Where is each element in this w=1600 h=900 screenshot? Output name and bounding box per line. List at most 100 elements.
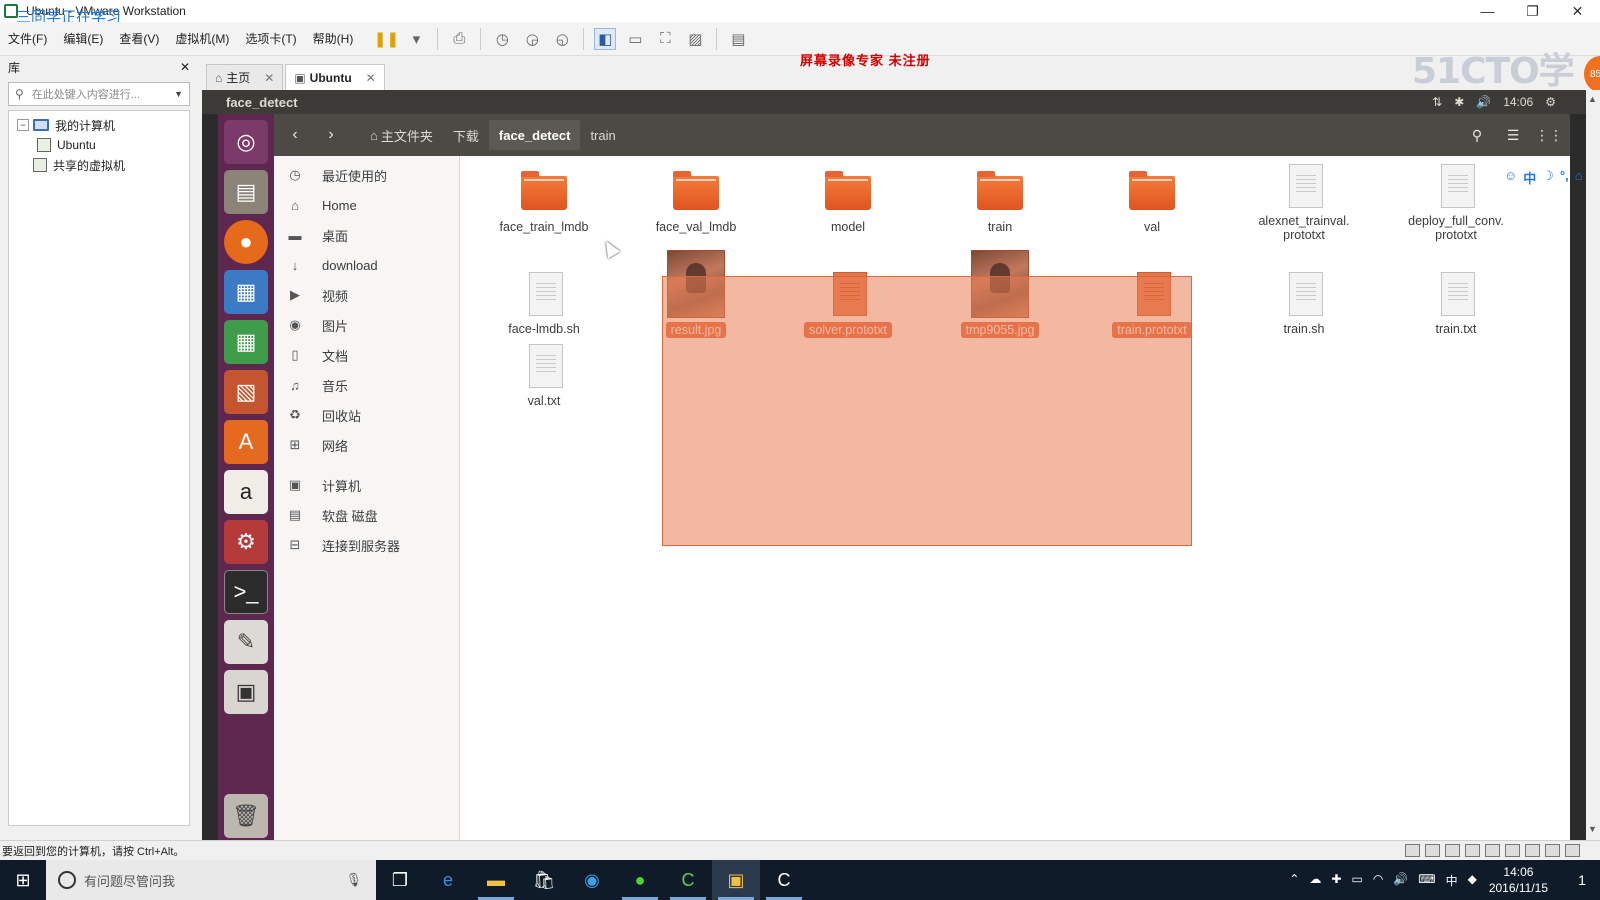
impress-icon[interactable]: ▧	[224, 370, 268, 414]
tree-item-ubuntu[interactable]: Ubuntu	[9, 135, 189, 155]
place-item[interactable]: ♻ 回收站	[274, 400, 459, 430]
dash-icon[interactable]: ◎	[224, 120, 268, 164]
search-icon[interactable]: ⚲	[1466, 120, 1488, 150]
place-item[interactable]: ⊟ 连接到服务器	[274, 530, 459, 560]
ubuntu-clock[interactable]: 14:06	[1503, 95, 1533, 109]
folder-item[interactable]: train	[930, 170, 1070, 234]
breadcrumb-train[interactable]: train	[580, 120, 625, 150]
keyboard-icon[interactable]: ⌨	[1418, 872, 1435, 889]
calc-icon[interactable]: ▦	[224, 320, 268, 364]
breadcrumb-home[interactable]: ⌂ 主文件夹	[360, 120, 443, 150]
vm-console[interactable]: face_detect ⇅ ✱ 🔊 14:06 ⚙ ◎ ▤ ● ▦ ▦ ▧ A …	[202, 90, 1586, 840]
browser-icon[interactable]: ◉	[568, 860, 616, 900]
trash-icon[interactable]: 🗑	[224, 794, 268, 838]
store-icon[interactable]: 🛍	[520, 860, 568, 900]
restore-button[interactable]: ❐	[1510, 0, 1555, 22]
ime-mascot-icon[interactable]: ☺	[1504, 168, 1517, 187]
task-view-icon[interactable]: ❐	[376, 860, 424, 900]
menu-help[interactable]: 帮助(H)	[305, 30, 362, 47]
action-center-icon[interactable]: 1	[1564, 860, 1600, 900]
file-item[interactable]: face-lmdb.sh	[474, 272, 614, 336]
software-center-icon[interactable]: A	[224, 420, 268, 464]
printer-icon[interactable]	[1525, 844, 1540, 857]
tray-shield-icon[interactable]: ◆	[1468, 872, 1477, 889]
tab-home[interactable]: ⌂ 主页 ✕	[206, 64, 284, 90]
menu-file[interactable]: 文件(F)	[0, 30, 55, 47]
scroll-up-icon[interactable]: ▲	[1588, 94, 1597, 104]
chevron-down-icon[interactable]: ▼	[174, 89, 183, 99]
menu-view[interactable]: 查看(V)	[111, 30, 167, 47]
list-view-icon[interactable]: ☰	[1502, 120, 1524, 150]
minimize-button[interactable]: —	[1465, 0, 1510, 22]
forward-icon[interactable]: ›	[316, 120, 346, 150]
cortana-search-box[interactable]: 有问题尽管问我 🎙	[46, 860, 376, 900]
ime-moon-icon[interactable]: ☽	[1542, 168, 1554, 187]
send-ctrl-alt-del-icon[interactable]: ⎙	[448, 28, 470, 50]
place-item[interactable]: ▶ 视频	[274, 280, 459, 310]
scroll-down-icon[interactable]: ▼	[1588, 824, 1597, 834]
revert-snapshot-icon[interactable]: ◶	[521, 28, 543, 50]
system-settings-icon[interactable]: ⚙	[224, 520, 268, 564]
vm-scrollbar[interactable]: ▲ ▼	[1586, 90, 1600, 840]
chat-app-icon[interactable]: ●	[616, 860, 664, 900]
back-icon[interactable]: ‹	[280, 120, 310, 150]
usb-icon[interactable]	[1485, 844, 1500, 857]
show-library-icon[interactable]: ◧	[594, 27, 617, 50]
folder-item[interactable]: val	[1082, 170, 1222, 234]
place-item[interactable]: ◉ 图片	[274, 310, 459, 340]
file-item[interactable]: train.sh	[1234, 272, 1374, 336]
gear-icon[interactable]: ⚙	[1545, 95, 1556, 109]
terminal-icon[interactable]: >_	[224, 570, 268, 614]
console-view-icon[interactable]: ▤	[727, 28, 749, 50]
grid-view-icon[interactable]: ⋮⋮	[1535, 120, 1563, 150]
start-button[interactable]: ⊞	[0, 860, 46, 900]
place-item[interactable]: ⊞ 网络	[274, 430, 459, 460]
volume-icon[interactable]: 🔊	[1476, 95, 1491, 109]
amazon-icon[interactable]: a	[224, 470, 268, 514]
place-item[interactable]: ♫ 音乐	[274, 370, 459, 400]
cd-icon[interactable]	[1425, 844, 1440, 857]
breadcrumb-face-detect[interactable]: face_detect	[488, 120, 581, 150]
folder-item[interactable]: model	[778, 170, 918, 234]
thumbnail-bar-icon[interactable]: ▭	[624, 28, 646, 50]
floppy-icon[interactable]	[1445, 844, 1460, 857]
firefox-icon[interactable]: ●	[224, 220, 268, 264]
collapse-icon[interactable]: −	[17, 119, 29, 131]
network-adapter-icon[interactable]	[1465, 844, 1480, 857]
text-editor-icon[interactable]: ✎	[224, 620, 268, 664]
breadcrumb-downloads[interactable]: 下载	[443, 120, 489, 150]
ime-skin-icon[interactable]: ⌂	[1575, 168, 1583, 187]
tree-item-shared-vms[interactable]: 共享的虚拟机	[9, 155, 189, 175]
snapshot-icon[interactable]: ◷	[491, 28, 513, 50]
file-item[interactable]: train.txt	[1386, 272, 1526, 336]
tray-security-icon[interactable]: ✚	[1331, 872, 1341, 889]
snapshot-manager-icon[interactable]: ◵	[551, 28, 573, 50]
network-icon[interactable]: ⇅	[1432, 95, 1442, 109]
place-item[interactable]: ▬ 桌面	[274, 220, 459, 250]
menu-edit[interactable]: 编辑(E)	[55, 30, 111, 47]
bluetooth-icon[interactable]: ✱	[1454, 95, 1464, 109]
close-tab-icon[interactable]: ✕	[366, 71, 376, 85]
display-icon[interactable]	[1545, 844, 1560, 857]
menu-tabs[interactable]: 选项卡(T)	[237, 30, 304, 47]
edge-icon[interactable]: e	[424, 860, 472, 900]
folder-item[interactable]: face_train_lmdb	[474, 170, 614, 234]
library-close-icon[interactable]: ✕	[180, 60, 190, 74]
tray-ime[interactable]: 中	[1446, 872, 1458, 889]
place-item[interactable]: ▤ 软盘 磁盘	[274, 500, 459, 530]
hdd-icon[interactable]	[1405, 844, 1420, 857]
sound-icon[interactable]	[1505, 844, 1520, 857]
place-item[interactable]: ⌂ Home	[274, 190, 459, 220]
place-item[interactable]: ↓ download	[274, 250, 459, 280]
writer-icon[interactable]: ▦	[224, 270, 268, 314]
wifi-icon[interactable]: ◠	[1373, 872, 1383, 889]
speaker-icon[interactable]: 🔊	[1393, 872, 1408, 889]
file-item[interactable]: val.txt	[474, 344, 614, 408]
files-icon[interactable]: ▤	[224, 170, 268, 214]
library-search-input[interactable]: ⚲ 在此处键入内容进行... ▼	[8, 82, 190, 106]
battery-icon[interactable]: ▭	[1351, 872, 1362, 889]
menu-vm[interactable]: 虚拟机(M)	[167, 30, 237, 47]
folder-item[interactable]: face_val_lmdb	[626, 170, 766, 234]
place-item[interactable]: ▯ 文档	[274, 340, 459, 370]
ime-punct-icon[interactable]: °,	[1560, 168, 1569, 187]
